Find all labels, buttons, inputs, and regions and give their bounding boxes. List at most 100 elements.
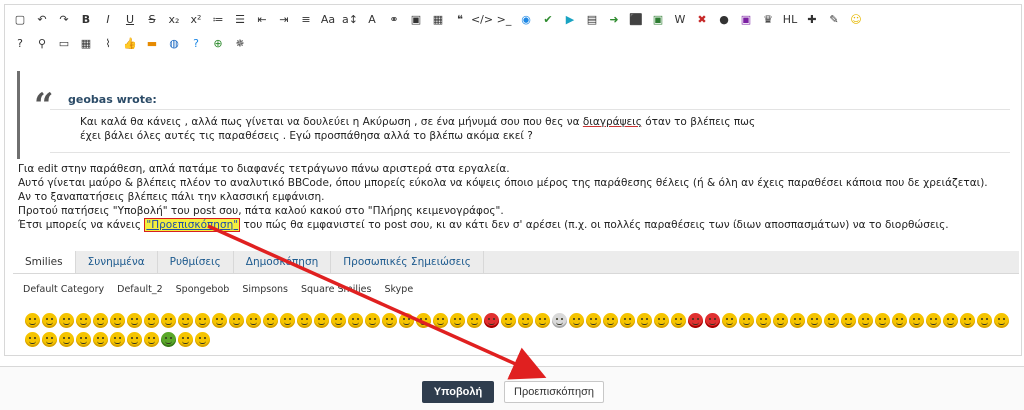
smiley-icon[interactable] <box>654 313 669 328</box>
smiley-icon[interactable] <box>552 313 567 328</box>
smiley-icon[interactable] <box>76 313 91 328</box>
smiley-icon[interactable] <box>25 313 40 328</box>
code-icon[interactable]: </> <box>471 8 493 30</box>
media-icon[interactable]: ◉ <box>515 8 537 30</box>
help-icon[interactable]: ? <box>9 32 31 54</box>
smiley-icon[interactable] <box>246 313 261 328</box>
smiley-icon[interactable]: ☺ <box>845 8 867 30</box>
image-icon[interactable]: ▣ <box>405 8 427 30</box>
smiley-icon[interactable] <box>858 313 873 328</box>
undo-icon[interactable]: ↶ <box>31 8 53 30</box>
underline-icon[interactable]: U <box>119 8 141 30</box>
smiley-icon[interactable] <box>722 313 737 328</box>
font-color-icon[interactable]: A <box>361 8 383 30</box>
smiley-icon[interactable] <box>178 332 193 347</box>
font-size-adjust-icon[interactable]: a↕ <box>339 8 361 30</box>
smiley-icon[interactable] <box>433 313 448 328</box>
smiley-icon[interactable] <box>110 313 125 328</box>
smiley-icon[interactable] <box>790 313 805 328</box>
smiley-icon[interactable] <box>195 313 210 328</box>
trophy-icon[interactable]: ♛ <box>757 8 779 30</box>
share-icon[interactable]: ➜ <box>603 8 625 30</box>
smiley-icon[interactable] <box>42 313 57 328</box>
puzzle-icon[interactable]: ✚ <box>801 8 823 30</box>
smiley-icon[interactable] <box>59 332 74 347</box>
smiley-icon[interactable] <box>943 313 958 328</box>
smiley-icon[interactable] <box>263 313 278 328</box>
smiley-icon[interactable] <box>365 313 380 328</box>
smiley-icon[interactable] <box>824 313 839 328</box>
smiley-icon[interactable] <box>450 313 465 328</box>
smiley-icon[interactable] <box>977 313 992 328</box>
smiley-icon[interactable] <box>280 313 295 328</box>
question-icon[interactable]: ? <box>185 32 207 54</box>
redo-icon[interactable]: ↷ <box>53 8 75 30</box>
smiley-icon[interactable] <box>25 332 40 347</box>
tab-2[interactable]: Ρυθμίσεις <box>158 251 234 273</box>
smiley-icon[interactable] <box>314 313 329 328</box>
smiley-icon[interactable] <box>603 313 618 328</box>
outdent-icon[interactable]: ⇤ <box>251 8 273 30</box>
smiley-icon[interactable] <box>926 313 941 328</box>
smiley-icon[interactable] <box>467 313 482 328</box>
box-icon[interactable]: ▭ <box>53 32 75 54</box>
attach-icon[interactable]: ⌇ <box>97 32 119 54</box>
smiley-icon[interactable] <box>535 313 550 328</box>
submit-button[interactable]: Υποβολή <box>422 381 494 403</box>
archive-icon[interactable]: ▤ <box>581 8 603 30</box>
table-icon[interactable]: ▦ <box>427 8 449 30</box>
pin-icon[interactable]: ⚲ <box>31 32 53 54</box>
smiley-icon[interactable] <box>909 313 924 328</box>
smiley-icon[interactable] <box>93 332 108 347</box>
smiley-icon[interactable] <box>501 313 516 328</box>
smiley-icon[interactable] <box>382 313 397 328</box>
smiley-icon[interactable] <box>229 313 244 328</box>
smiley-icon[interactable] <box>161 313 176 328</box>
category-3[interactable]: Simpsons <box>242 284 288 295</box>
smiley-icon[interactable] <box>195 332 210 347</box>
smiley-icon[interactable] <box>42 332 57 347</box>
smiley-icon[interactable] <box>892 313 907 328</box>
indent-icon[interactable]: ⇥ <box>273 8 295 30</box>
add-icon[interactable]: ⊕ <box>207 32 229 54</box>
align-icon[interactable]: ≡ <box>295 8 317 30</box>
category-4[interactable]: Square Smilies <box>301 284 371 295</box>
smiley-icon[interactable] <box>620 313 635 328</box>
smiley-icon[interactable] <box>144 332 159 347</box>
smiley-icon[interactable] <box>569 313 584 328</box>
theme-icon[interactable]: ▣ <box>735 8 757 30</box>
preview-button[interactable]: Προεπισκόπηση <box>504 381 604 403</box>
smiley-icon[interactable] <box>688 313 703 328</box>
rebel-icon[interactable]: ✵ <box>229 32 251 54</box>
bold-icon[interactable]: B <box>75 8 97 30</box>
terminal-icon[interactable]: >_ <box>493 8 515 30</box>
smiley-icon[interactable] <box>399 313 414 328</box>
bomb-icon[interactable]: ● <box>713 8 735 30</box>
tool-icon[interactable]: ✎ <box>823 8 845 30</box>
smiley-icon[interactable] <box>960 313 975 328</box>
category-0[interactable]: Default Category <box>23 284 104 295</box>
grid-icon[interactable]: ▦ <box>75 32 97 54</box>
hl-icon[interactable]: HL <box>779 8 801 30</box>
strikethrough-icon[interactable]: S <box>141 8 163 30</box>
smiley-icon[interactable] <box>76 332 91 347</box>
pdf-icon[interactable]: ⬛ <box>625 8 647 30</box>
smiley-icon[interactable] <box>518 313 533 328</box>
square-icon[interactable]: ▢ <box>9 8 31 30</box>
category-5[interactable]: Skype <box>384 284 413 295</box>
smiley-icon[interactable] <box>637 313 652 328</box>
film-icon[interactable]: ▬ <box>141 32 163 54</box>
smiley-icon[interactable] <box>144 313 159 328</box>
globe-icon[interactable]: ◍ <box>163 32 185 54</box>
category-1[interactable]: Default_2 <box>117 284 163 295</box>
tab-1[interactable]: Συνημμένα <box>76 251 158 273</box>
unordered-list-icon[interactable]: ☰ <box>229 8 251 30</box>
smiley-icon[interactable] <box>110 332 125 347</box>
tab-0[interactable]: Smilies <box>13 251 76 273</box>
tab-3[interactable]: Δημοσκόπηση <box>234 251 332 273</box>
superscript-icon[interactable]: x² <box>185 8 207 30</box>
smiley-icon[interactable] <box>127 332 142 347</box>
smiley-icon[interactable] <box>807 313 822 328</box>
subscript-icon[interactable]: x₂ <box>163 8 185 30</box>
category-2[interactable]: Spongebob <box>176 284 230 295</box>
